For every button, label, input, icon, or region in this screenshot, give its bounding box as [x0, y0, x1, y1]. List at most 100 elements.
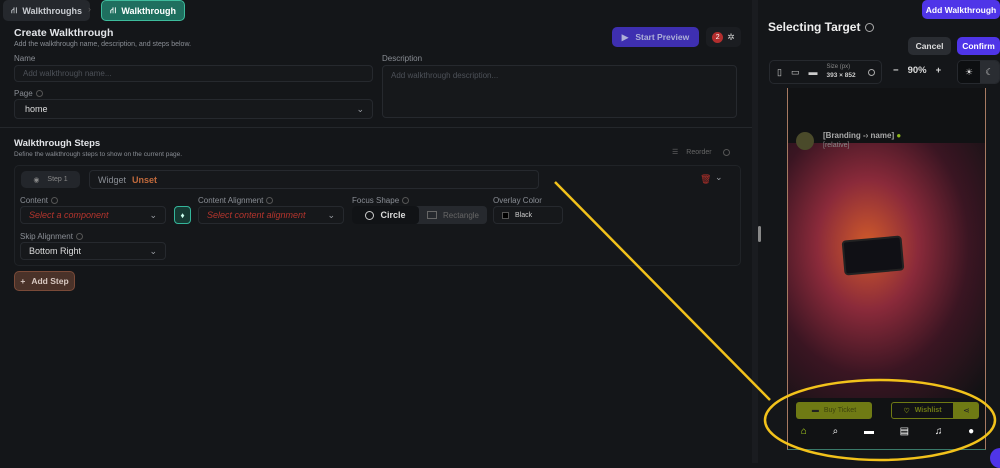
page-select[interactable]: home ⌄ — [14, 99, 373, 119]
info-icon — [266, 197, 274, 205]
option-label: Circle — [380, 210, 406, 220]
issues-badge: 2 — [712, 31, 724, 43]
component-picker-button[interactable]: ♦ — [174, 206, 191, 224]
zoom-value: 90% — [907, 65, 927, 76]
section-subtitle: Add the walkthrough name, description, a… — [14, 41, 192, 48]
walkthrough-icon: ⛙ — [11, 4, 18, 15]
cancel-button[interactable]: Cancel — [908, 37, 951, 55]
start-preview-button[interactable]: ▶ Start Preview — [612, 27, 699, 47]
confirm-button[interactable]: Confirm — [957, 37, 1000, 55]
size-label: Size (px) — [826, 64, 851, 71]
label-text: Page — [14, 89, 33, 98]
brand-name: [Branding -› name] ● — [823, 131, 901, 140]
heart-icon: ♡ — [903, 407, 910, 415]
resize-handle[interactable] — [758, 226, 761, 242]
floating-action-button[interactable] — [990, 448, 1000, 468]
add-walkthrough-button[interactable]: Add Walkthrough — [922, 0, 1000, 19]
skip-alignment-label: Skip Alignment — [20, 232, 83, 241]
description-input[interactable]: Add walkthrough description... — [382, 65, 737, 118]
chevron-down-icon: ⌄ — [356, 103, 364, 114]
ticket-icon[interactable]: ▬ — [864, 426, 874, 437]
trash-icon[interactable]: 🗑 — [700, 174, 711, 185]
plus-icon: + — [20, 276, 26, 286]
buy-ticket-button[interactable]: ▬ Buy Ticket — [796, 402, 872, 419]
section-title: Create Walkthrough — [14, 27, 114, 39]
placeholder: Add walkthrough name... — [23, 69, 112, 78]
content-select[interactable]: Select a component ⌄ — [20, 206, 166, 224]
breadcrumb-walkthroughs[interactable]: ⛙ Walkthroughs — [3, 0, 90, 21]
rectangle-icon — [426, 211, 437, 219]
debug-button[interactable]: 2 ✲ — [706, 27, 741, 47]
info-icon — [867, 68, 875, 76]
info-icon — [35, 90, 43, 98]
placeholder: Select content alignment — [207, 210, 306, 220]
info-icon — [722, 148, 730, 156]
button-label: Wishlist — [914, 407, 942, 414]
user-icon[interactable]: ● — [968, 426, 974, 437]
content-label: Content — [20, 196, 59, 205]
breadcrumb-label: Walkthroughs — [22, 5, 82, 16]
info-icon — [865, 23, 875, 33]
widget-value: Unset — [132, 174, 158, 185]
skip-alignment-select[interactable]: Bottom Right ⌄ — [20, 242, 166, 260]
ticket-icon: ▬ — [811, 407, 819, 414]
phone-preview[interactable]: [Branding -› name] ● [relative] ▬ Buy Tic… — [787, 88, 986, 450]
zoom-in-button[interactable]: + — [936, 65, 942, 76]
button-label: Start Preview — [635, 32, 690, 42]
sun-icon[interactable]: ☀ — [958, 61, 980, 83]
step-icon: ◉ — [33, 176, 40, 184]
label-text: Content Alignment — [198, 196, 264, 205]
calendar-icon[interactable]: ▤ — [900, 426, 909, 437]
brand-text: [Branding -› name] — [823, 131, 895, 140]
circle-icon — [365, 210, 375, 220]
chevron-down-icon: ⌄ — [149, 245, 157, 256]
widget-field[interactable]: Widget Unset — [89, 170, 539, 189]
phone-icon[interactable]: ▯ — [777, 67, 782, 78]
name-input[interactable]: Add walkthrough name... — [14, 65, 373, 82]
label-text: Skip Alignment — [20, 232, 73, 241]
step-tab[interactable]: ◉ Step 1 — [21, 171, 80, 188]
size-value: 393 × 852 — [826, 72, 856, 80]
label-text: Content — [20, 196, 49, 205]
zoom-out-button[interactable]: − — [893, 65, 899, 76]
description-label: Description — [382, 54, 423, 63]
selected-value: Bottom Right — [29, 246, 82, 256]
desktop-icon[interactable]: ▬ — [808, 67, 817, 77]
reorder-label: Reorder — [686, 148, 712, 156]
overlay-color-select[interactable]: Black — [493, 206, 563, 224]
widget-label: Widget — [98, 174, 127, 185]
tablet-icon[interactable]: ▭ — [791, 67, 800, 78]
add-step-button[interactable]: + Add Step — [14, 271, 75, 291]
focus-shape-toggle: Circle Rectangle — [352, 206, 487, 224]
phone-in-image — [841, 235, 905, 276]
wishlist-button[interactable]: ♡ Wishlist — [891, 402, 954, 419]
focus-circle-option[interactable]: Circle — [352, 206, 419, 224]
bell-icon[interactable]: ♫ — [935, 426, 943, 437]
collapse-chevron-icon[interactable]: ⌄ — [715, 172, 723, 183]
theme-toggle: ☀ ☾ — [957, 60, 1000, 84]
zoom-control: −90% + — [893, 65, 941, 76]
target-title: Selecting Target — [768, 20, 875, 34]
share-button[interactable]: ⋖ — [954, 402, 979, 419]
focus-rectangle-option[interactable]: Rectangle — [419, 206, 487, 224]
step-label: Step 1 — [47, 176, 68, 183]
share-icon: ⋖ — [963, 406, 970, 415]
color-swatch — [502, 211, 509, 219]
walkthrough-icon: ⛙ — [110, 4, 117, 15]
selected-value: home — [25, 104, 48, 114]
info-icon — [402, 197, 410, 205]
play-icon: ▶ — [621, 31, 629, 42]
alignment-select[interactable]: Select content alignment ⌄ — [198, 206, 344, 224]
reorder-icon: ☰ — [672, 149, 679, 156]
reorder-button[interactable]: ☰ Reorder — [672, 148, 730, 156]
name-label: Name — [14, 54, 36, 63]
search-icon[interactable]: ⌕ — [833, 426, 839, 437]
steps-title: Walkthrough Steps — [14, 138, 101, 149]
option-label: Rectangle — [442, 210, 480, 220]
home-icon[interactable]: ⌂ — [801, 426, 807, 437]
chevron-down-icon: ⌄ — [327, 209, 335, 220]
breadcrumb-walkthrough[interactable]: ⛙ Walkthrough — [101, 0, 185, 21]
breadcrumb-label: Walkthrough — [121, 5, 176, 16]
moon-icon[interactable]: ☾ — [980, 61, 999, 83]
focus-shape-label: Focus Shape — [352, 196, 410, 205]
